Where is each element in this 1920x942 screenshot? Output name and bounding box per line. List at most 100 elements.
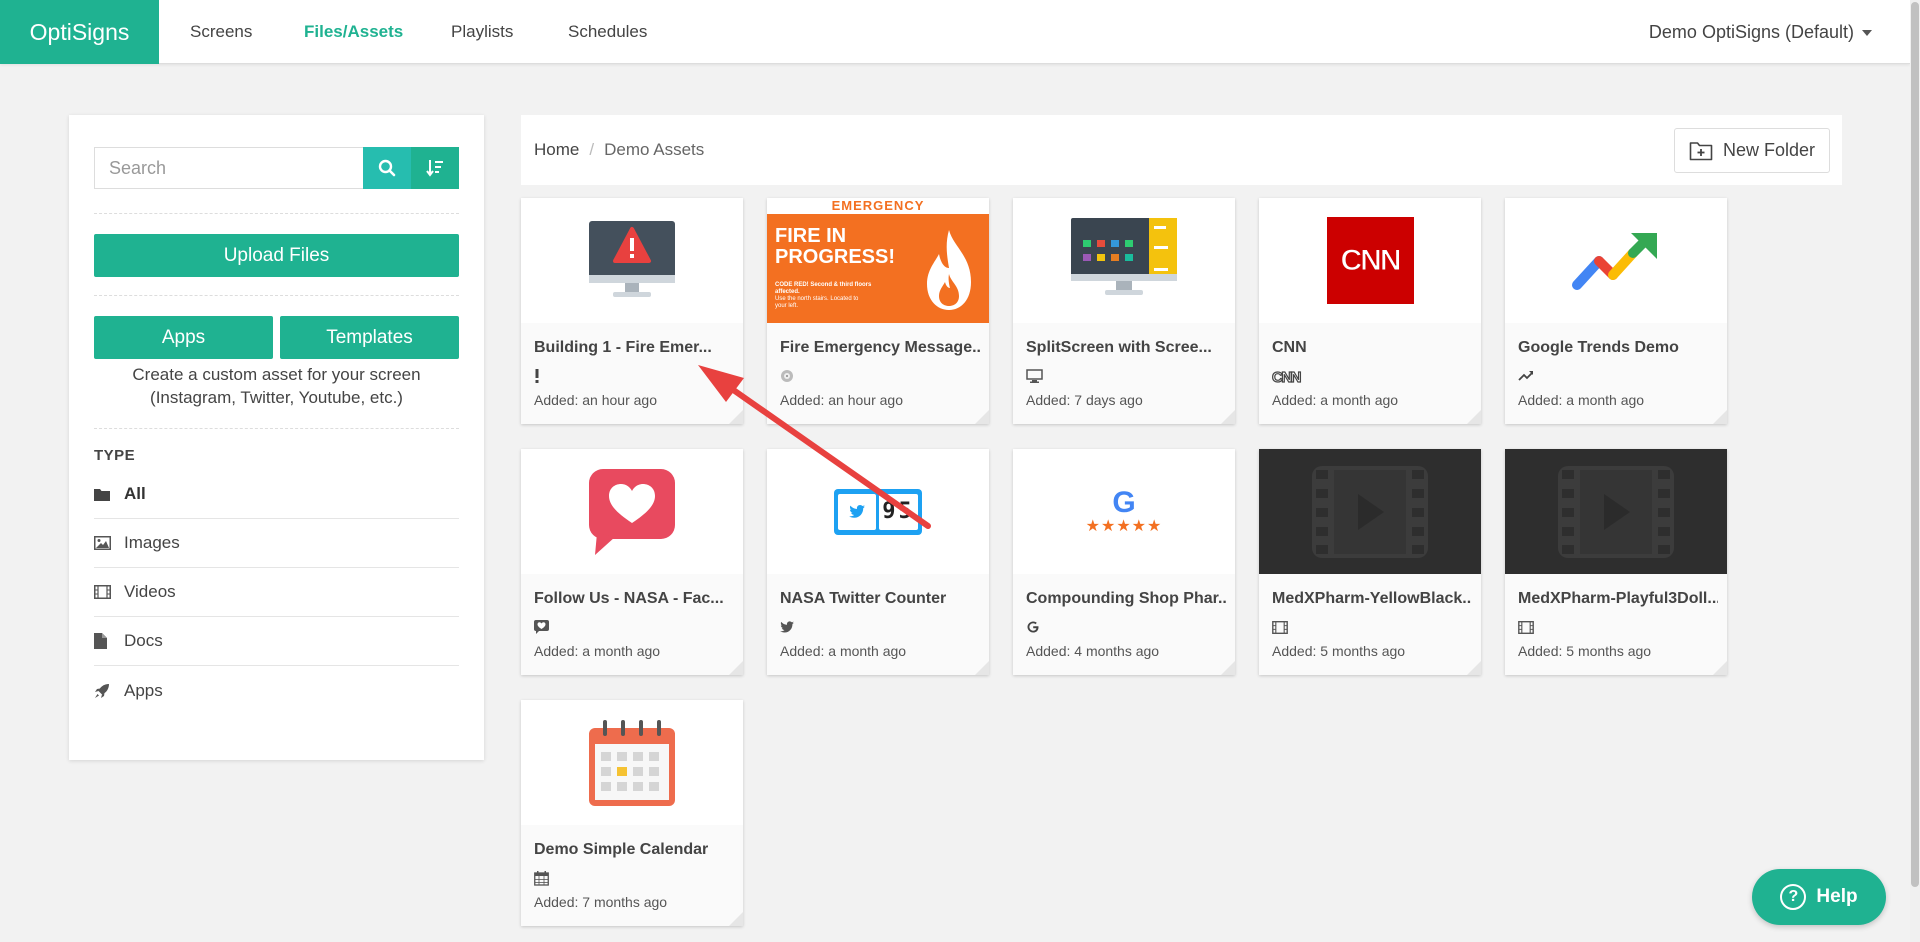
film-icon	[1518, 619, 1534, 635]
asset-thumbnail: 95	[767, 449, 989, 574]
breadcrumb-bar: Home / Demo Assets New Folder	[521, 115, 1842, 185]
asset-card[interactable]: 95 NASA Twitter Counter Added: a month a…	[767, 449, 989, 675]
monitor-icon	[1026, 368, 1043, 384]
asset-added: Added: a month ago	[1518, 392, 1645, 408]
type-heading: TYPE	[94, 447, 136, 464]
account-dropdown[interactable]: Demo OptiSigns (Default)	[1649, 0, 1872, 64]
nav-screens[interactable]: Screens	[190, 0, 252, 64]
question-icon: ?	[1780, 884, 1807, 910]
sidebar-panel: Upload Files Apps Templates Create a cus…	[69, 115, 484, 760]
type-filter-label: All	[124, 484, 146, 503]
twitter-badge	[838, 493, 876, 530]
search-icon	[378, 159, 396, 177]
top-navbar: OptiSigns Screens Files/Assets Playlists…	[0, 0, 1910, 64]
twitter-icon	[849, 505, 865, 518]
type-filter-images[interactable]: Images	[94, 519, 459, 568]
asset-name: MedXPharm-Playful3Doll...	[1518, 590, 1718, 607]
asset-added: Added: a month ago	[534, 643, 661, 659]
card-corner	[1221, 661, 1235, 675]
twitter-counter-widget: 95	[834, 488, 922, 535]
fire-poster-text: CODE RED! Second & third floors affected…	[775, 282, 895, 310]
asset-card[interactable]: CNN CNN CNN Added: a month ago	[1259, 198, 1481, 424]
upload-files-button[interactable]: Upload Files	[94, 234, 459, 277]
film-icon	[94, 585, 111, 599]
caret-down-icon	[1862, 30, 1872, 37]
calendar-icon	[534, 870, 549, 886]
nav-schedules[interactable]: Schedules	[568, 0, 647, 64]
asset-name: Building 1 - Fire Emer...	[534, 339, 712, 356]
fire-poster-text-line: your left.	[775, 303, 799, 309]
asset-thumbnail	[1013, 198, 1235, 323]
card-corner	[729, 912, 743, 926]
type-filter-all[interactable]: All	[94, 470, 459, 519]
help-button[interactable]: ? Help	[1752, 869, 1886, 925]
asset-card[interactable]: MedXPharm-YellowBlack... Added: 5 months…	[1259, 449, 1481, 675]
divider	[94, 295, 459, 296]
card-corner	[1467, 661, 1481, 675]
fire-poster-title: EMERGENCY	[767, 198, 989, 214]
asset-added: Added: an hour ago	[780, 392, 903, 408]
asset-card[interactable]: Follow Us - NASA - Fac... Added: a month…	[521, 449, 743, 675]
new-folder-button[interactable]: New Folder	[1674, 128, 1830, 173]
asset-thumbnail	[1505, 449, 1727, 574]
asset-card[interactable]: Google Trends Demo Added: a month ago	[1505, 198, 1727, 424]
asset-added: Added: a month ago	[780, 643, 907, 659]
asset-name: Fire Emergency Message...	[780, 339, 980, 356]
folder-icon	[94, 489, 110, 501]
asset-added: Added: 4 months ago	[1026, 643, 1160, 659]
apps-button[interactable]: Apps	[94, 316, 273, 359]
heart-bubble-icon	[589, 468, 675, 555]
asset-thumbnail: CNN	[1259, 198, 1481, 323]
asset-added: Added: a month ago	[1272, 392, 1399, 408]
card-corner	[1467, 410, 1481, 424]
divider	[94, 428, 459, 429]
card-corner	[1713, 410, 1727, 424]
asset-added: Added: an hour ago	[534, 392, 657, 408]
asset-added: Added: 5 months ago	[1272, 643, 1406, 659]
type-filter-videos[interactable]: Videos	[94, 568, 459, 617]
video-placeholder-icon	[1312, 465, 1428, 558]
document-icon	[94, 633, 107, 649]
breadcrumb-current: Demo Assets	[604, 140, 705, 159]
type-filter-list: All Images Videos Docs Apps	[94, 470, 459, 715]
page-scrollbar[interactable]	[1910, 0, 1920, 942]
asset-card[interactable]: Building 1 - Fire Emer... Added: an hour…	[521, 198, 743, 424]
search-button[interactable]	[363, 147, 411, 189]
type-filter-docs[interactable]: Docs	[94, 617, 459, 666]
twitter-icon	[780, 619, 794, 635]
type-filter-label: Docs	[124, 631, 163, 650]
asset-card[interactable]: SplitScreen with Scree... Added: 7 days …	[1013, 198, 1235, 424]
nav-playlists[interactable]: Playlists	[451, 0, 513, 64]
sort-button[interactable]	[411, 147, 459, 189]
fire-poster-heading-line: FIRE IN	[775, 225, 847, 247]
fire-poster-heading-line: PROGRESS!	[775, 246, 896, 268]
asset-thumbnail	[521, 700, 743, 825]
asset-name: Demo Simple Calendar	[534, 841, 709, 858]
asset-name: Google Trends Demo	[1518, 339, 1679, 356]
templates-button[interactable]: Templates	[280, 316, 459, 359]
scrollbar-thumb[interactable]	[1911, 2, 1919, 887]
breadcrumb-home[interactable]: Home	[534, 140, 579, 159]
brand-logo[interactable]: OptiSigns	[0, 0, 159, 64]
asset-name: CNN	[1272, 339, 1307, 356]
asset-added: Added: 7 days ago	[1026, 392, 1143, 408]
asset-thumbnail: G ★★★★★	[1013, 449, 1235, 574]
asset-card[interactable]: MedXPharm-Playful3Doll... Added: 5 month…	[1505, 449, 1727, 675]
account-name: Demo OptiSigns (Default)	[1648, 22, 1854, 42]
type-filter-label: Apps	[124, 680, 163, 700]
rocket-icon	[95, 683, 109, 698]
asset-thumbnail	[1259, 449, 1481, 574]
sort-icon	[426, 160, 443, 177]
asset-name: SplitScreen with Scree...	[1026, 339, 1212, 356]
asset-card[interactable]: EMERGENCY FIRE IN PROGRESS! CODE RED! Se…	[767, 198, 989, 424]
nav-files-assets[interactable]: Files/Assets	[304, 0, 403, 64]
search-input[interactable]	[94, 147, 363, 189]
asset-thumbnail	[521, 198, 743, 323]
type-filter-apps[interactable]: Apps	[94, 666, 459, 715]
asset-name: Follow Us - NASA - Fac...	[534, 590, 724, 607]
svg-text:CNN: CNN	[1272, 369, 1301, 383]
asset-added: Added: 7 months ago	[534, 894, 668, 910]
asset-card[interactable]: Demo Simple Calendar Added: 7 months ago	[521, 700, 743, 926]
asset-card[interactable]: G ★★★★★ Compounding Shop Phar... Added: …	[1013, 449, 1235, 675]
trend-arrow-icon	[1572, 232, 1657, 290]
